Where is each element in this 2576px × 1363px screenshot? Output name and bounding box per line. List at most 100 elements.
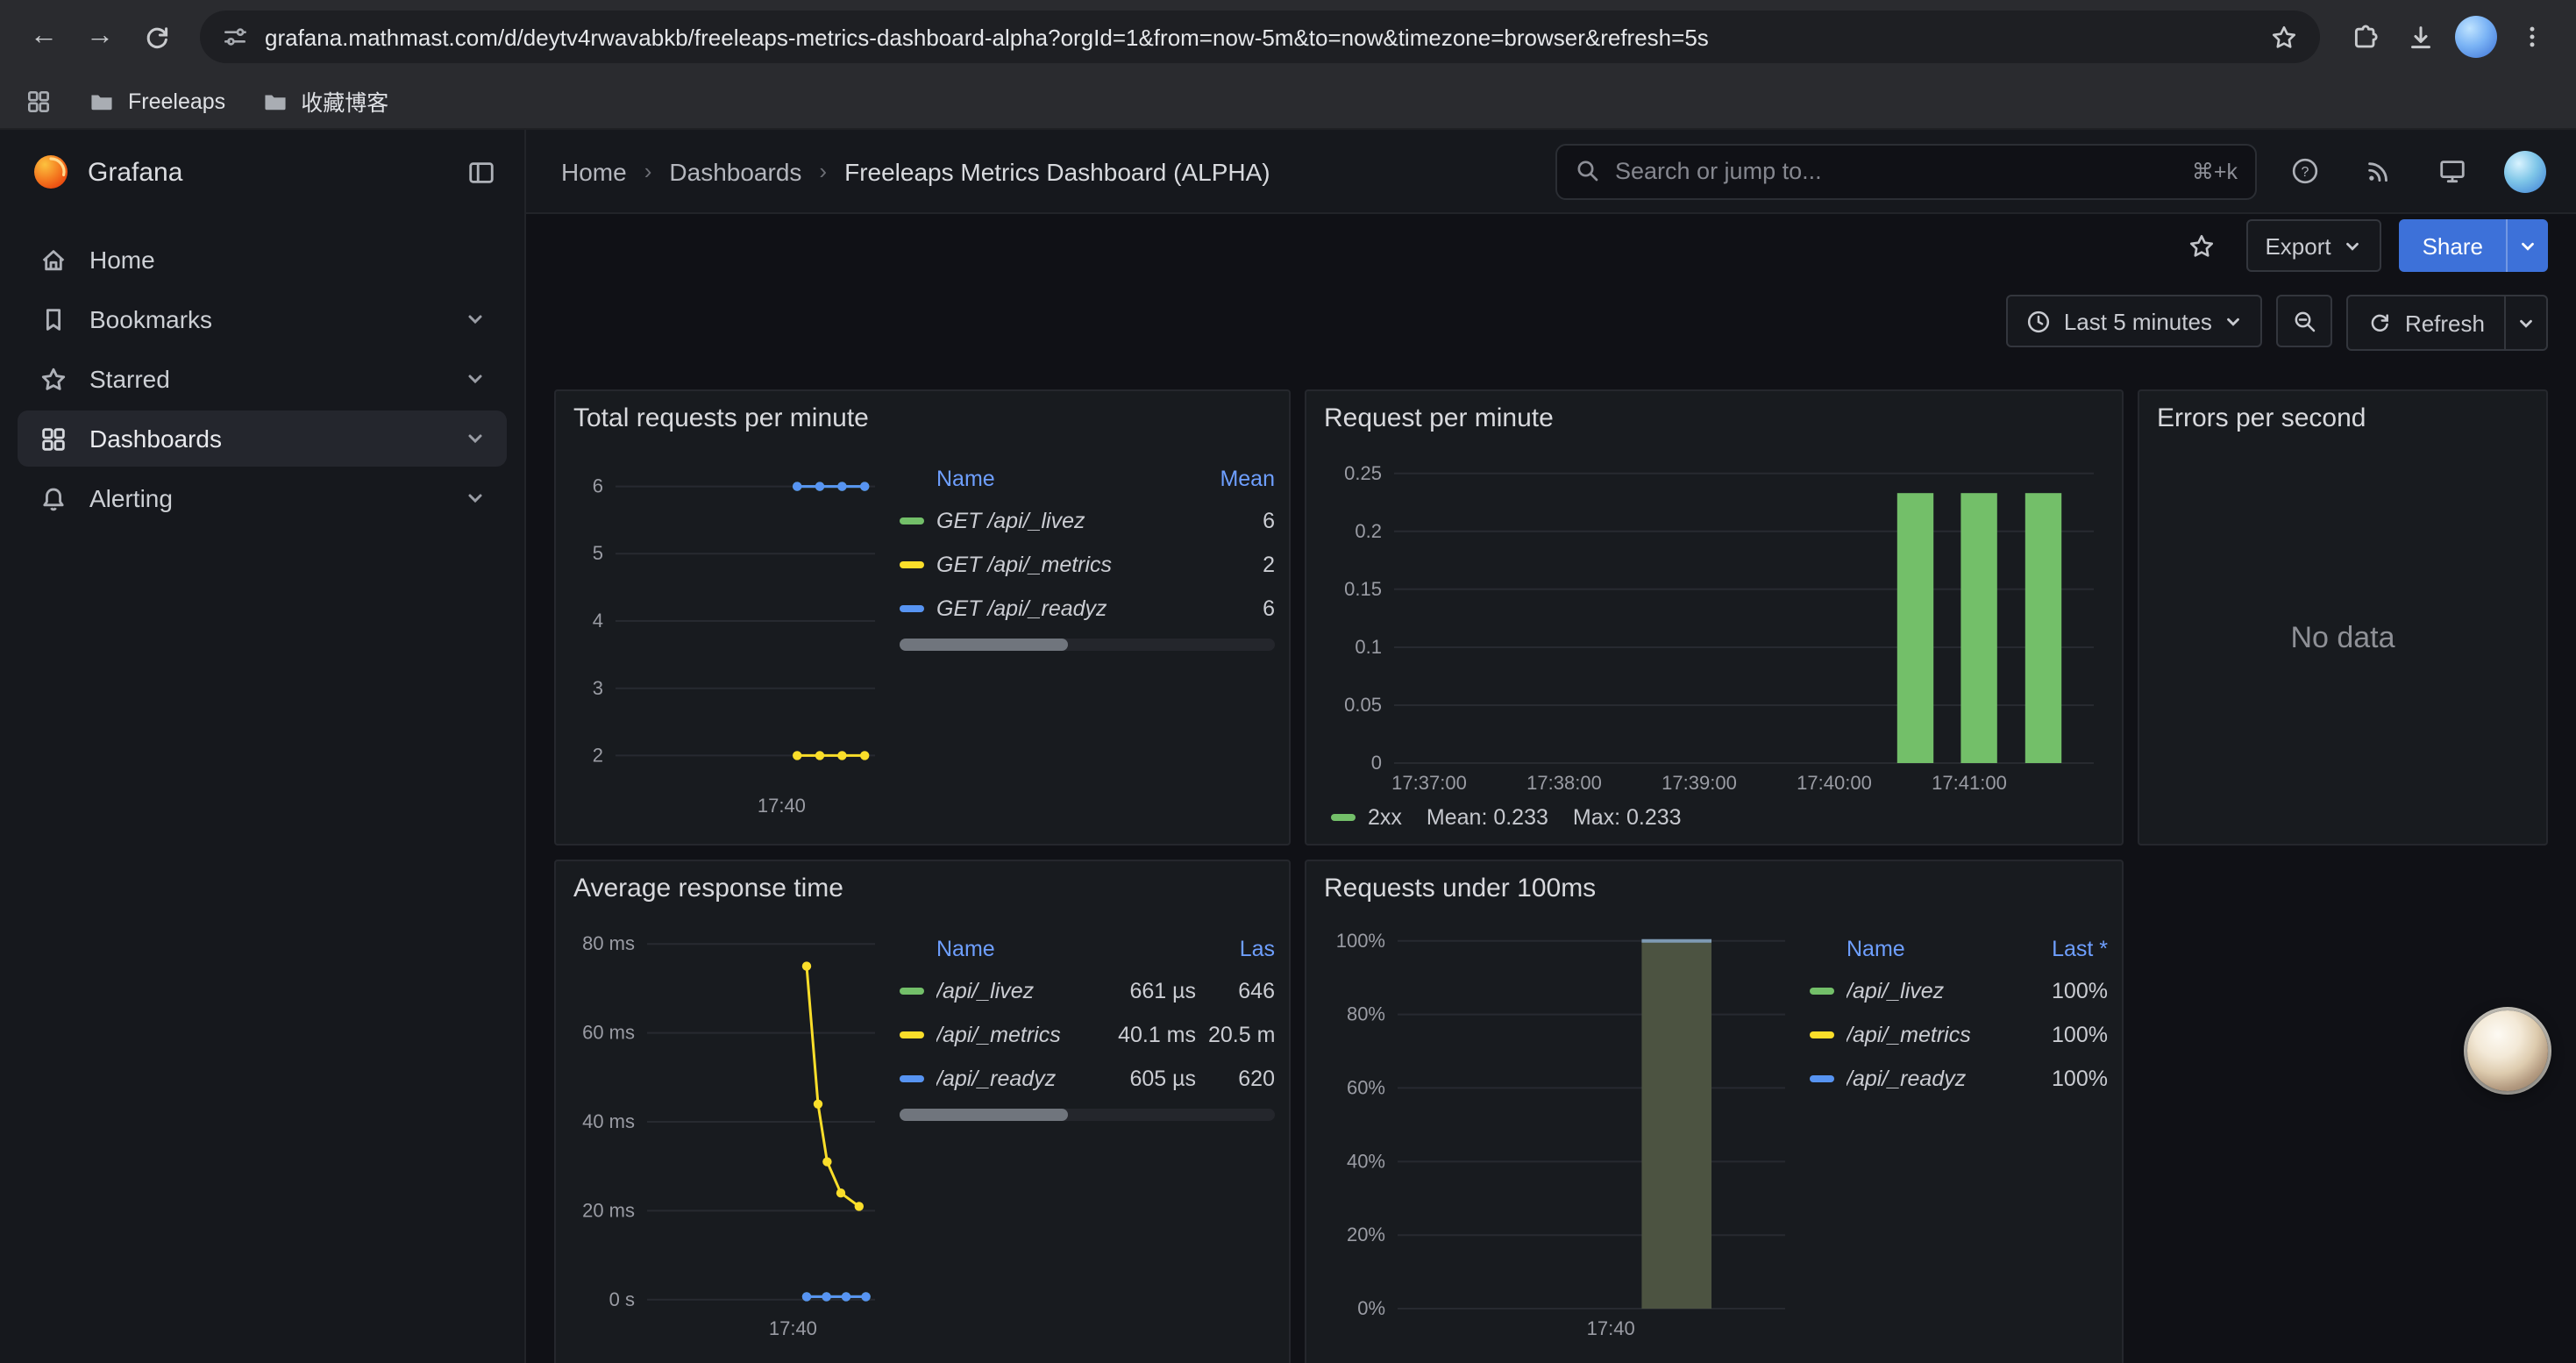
series-name[interactable]: /api/_livez [1847, 978, 2015, 1003]
svg-text:0.1: 0.1 [1355, 636, 1382, 658]
share-main-button[interactable]: Share [2400, 219, 2506, 272]
breadcrumb-separator: › [644, 158, 652, 184]
grafana-logo[interactable] [32, 153, 70, 191]
browser-menu-button[interactable] [2506, 11, 2558, 63]
panel-title: Average response time [556, 861, 1289, 909]
sidebar-header: Grafana [0, 130, 524, 214]
back-button[interactable]: ← [18, 11, 70, 63]
reload-icon [141, 22, 171, 52]
series-name[interactable]: /api/_livez [936, 978, 1085, 1003]
breadcrumb-separator: › [819, 158, 827, 184]
svg-text:17:40: 17:40 [769, 1317, 817, 1339]
sidebar-item-label: Home [89, 246, 155, 274]
help-icon: ? [2289, 156, 2319, 186]
series-mean: 40.1 ms [1098, 1022, 1196, 1046]
legend-col-mean[interactable]: Mean [1205, 467, 1275, 491]
extensions-button[interactable] [2338, 11, 2390, 63]
grafana-app: Grafana Home Bookmarks Starred [0, 130, 2576, 1363]
panel-title: Errors per second [2139, 391, 2546, 439]
time-range-picker[interactable]: Last 5 minutes [2006, 295, 2263, 347]
bookmark-item-blog[interactable]: 收藏博客 [260, 84, 388, 118]
refresh-icon [2368, 310, 2393, 335]
bookmark-star-icon[interactable] [2269, 22, 2299, 52]
series-name[interactable]: /api/_metrics [1847, 1022, 2015, 1046]
forward-button[interactable]: → [74, 11, 126, 63]
sidebar-item-home[interactable]: Home [18, 232, 507, 288]
share-menu-button[interactable] [2506, 219, 2548, 272]
series-name[interactable]: 2xx [1368, 805, 1402, 830]
series-name[interactable]: GET /api/_livez [936, 508, 1192, 532]
svg-text:6: 6 [593, 475, 603, 497]
chevron-down-icon[interactable] [465, 488, 486, 509]
legend-col-name[interactable]: Name [936, 937, 1085, 961]
legend-row: /api/_livez 100% [1810, 968, 2108, 1012]
sidebar-item-bookmarks[interactable]: Bookmarks [18, 291, 507, 347]
breadcrumb-home[interactable]: Home [561, 157, 627, 185]
scrollbar-thumb[interactable] [900, 1109, 1069, 1121]
chevron-down-icon[interactable] [465, 428, 486, 449]
series-name[interactable]: /api/_readyz [936, 1066, 1085, 1090]
legend-table: Name Las /api/_livez 661 µs 646 [900, 930, 1275, 1363]
collapse-sidebar-button[interactable] [466, 157, 496, 187]
sidebar-item-label: Bookmarks [89, 305, 212, 333]
grafana-header: Home › Dashboards › Freeleaps Metrics Da… [526, 130, 2576, 214]
downloads-button[interactable] [2394, 11, 2446, 63]
search-shortcut: ⌘+k [2192, 158, 2238, 184]
series-swatch [1810, 1074, 1834, 1081]
zoom-out-button[interactable] [2277, 295, 2333, 347]
legend-col-last[interactable]: Last * [2027, 937, 2108, 961]
chevron-down-icon[interactable] [465, 368, 486, 389]
help-button[interactable]: ? [2278, 145, 2330, 197]
floating-assistant-avatar[interactable] [2467, 1010, 2548, 1091]
refresh-interval-button[interactable] [2504, 296, 2546, 349]
display-button[interactable] [2425, 145, 2478, 197]
bookmark-label: 收藏博客 [301, 84, 388, 118]
chevron-down-icon[interactable] [465, 309, 486, 330]
legend-col-name[interactable]: Name [936, 467, 1192, 491]
search-box[interactable]: ⌘+k [1555, 143, 2257, 199]
series-name[interactable]: GET /api/_metrics [936, 552, 1192, 576]
export-label: Export [2265, 232, 2330, 259]
reload-button[interactable] [130, 11, 182, 63]
news-button[interactable] [2352, 145, 2404, 197]
sidebar-item-alerting[interactable]: Alerting [18, 470, 507, 526]
favorite-dashboard-button[interactable] [2175, 219, 2228, 272]
export-button[interactable]: Export [2245, 219, 2381, 272]
svg-text:17:40: 17:40 [1587, 1317, 1635, 1339]
legend-col-last[interactable]: Las [1208, 937, 1275, 961]
site-info-icon[interactable] [221, 23, 249, 51]
bookmark-icon [39, 304, 68, 334]
apps-grid-icon[interactable] [25, 87, 53, 115]
monitor-icon [2437, 156, 2466, 186]
breadcrumb-dashboards[interactable]: Dashboards [669, 157, 801, 185]
user-avatar [2504, 150, 2546, 192]
profile-button[interactable] [2450, 11, 2502, 63]
series-mean: 6 [1205, 508, 1275, 532]
series-name[interactable]: GET /api/_readyz [936, 596, 1192, 620]
svg-text:20 ms: 20 ms [582, 1199, 635, 1221]
scrollbar-thumb[interactable] [900, 639, 1069, 651]
total-requests-line-chart: 2345617:40 [570, 439, 889, 821]
sidebar-item-dashboards[interactable]: Dashboards [18, 410, 507, 467]
series-swatch [900, 1031, 924, 1038]
bookmark-item-freeleaps[interactable]: Freeleaps [88, 87, 225, 115]
no-data-message: No data [2153, 439, 2532, 837]
search-input[interactable] [1615, 158, 2178, 184]
legend-scrollbar[interactable] [900, 639, 1275, 651]
legend-col-name[interactable]: Name [1847, 937, 2015, 961]
star-icon [2187, 231, 2217, 260]
legend-scrollbar[interactable] [900, 1109, 1275, 1121]
svg-text:0.05: 0.05 [1344, 694, 1382, 716]
user-menu-button[interactable] [2499, 145, 2551, 197]
sidebar-item-starred[interactable]: Starred [18, 351, 507, 407]
svg-text:40%: 40% [1347, 1150, 1385, 1172]
panel-grid: Total requests per minute 2345617:40 Nam… [554, 389, 2548, 1363]
dashboards-grid-icon [39, 424, 68, 453]
legend-row: /api/_metrics 40.1 ms 20.5 m [900, 1012, 1275, 1056]
refresh-main-button[interactable]: Refresh [2349, 296, 2504, 349]
series-name[interactable]: /api/_metrics [936, 1022, 1085, 1046]
omnibox[interactable] [200, 11, 2320, 63]
series-name[interactable]: /api/_readyz [1847, 1066, 2015, 1090]
bookmarks-bar: Freeleaps 收藏博客 [0, 74, 2576, 130]
url-input[interactable] [265, 24, 2253, 50]
